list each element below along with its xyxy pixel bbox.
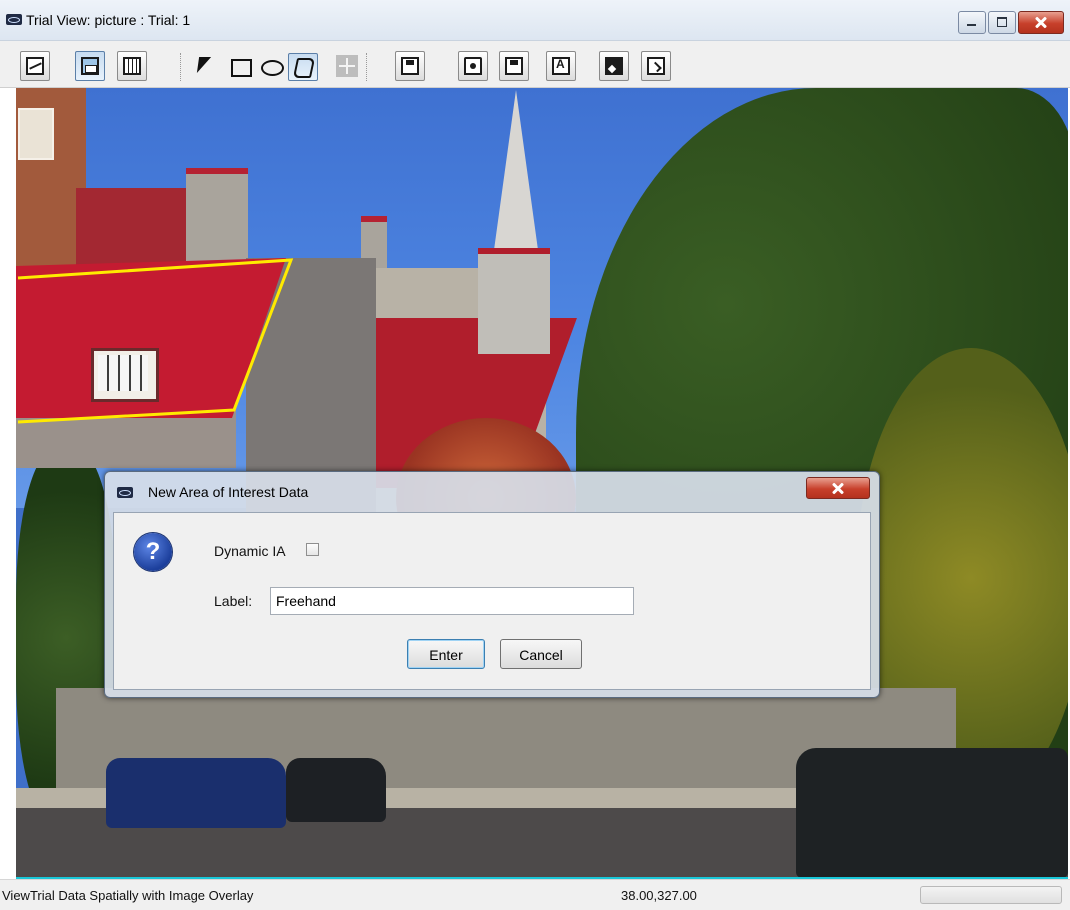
dialog-close-button[interactable] (806, 477, 870, 499)
maximize-button[interactable] (988, 11, 1016, 34)
save-icon (401, 57, 419, 75)
ellipse-icon[interactable] (258, 53, 284, 79)
view-animation-button[interactable] (117, 51, 147, 81)
help-question-icon: ? (134, 533, 172, 571)
status-bar: ViewTrial Data Spatially with Image Over… (0, 879, 1070, 910)
export-button[interactable] (641, 51, 671, 81)
save-ia-button[interactable] (499, 51, 529, 81)
text-icon (552, 57, 570, 75)
label-input[interactable] (270, 587, 634, 615)
toolbar (0, 41, 1070, 88)
eye-icon (6, 14, 22, 25)
label-field-label: Label: (214, 593, 253, 609)
load-ia-icon (464, 57, 482, 75)
rectangle-icon[interactable] (227, 53, 253, 79)
text-ia-button[interactable] (546, 51, 576, 81)
image-button[interactable] (599, 51, 629, 81)
new-ia-dialog: New Area of Interest Data ? Dynamic IA L… (104, 471, 880, 698)
close-window-button[interactable] (1018, 11, 1064, 34)
freehand-ia-outline[interactable] (17, 258, 294, 424)
line-chart-icon (26, 57, 44, 75)
view-spatial-overlay-button[interactable] (75, 51, 105, 81)
freehand-icon[interactable] (288, 53, 318, 81)
toolbar-separator (180, 53, 183, 81)
status-text: ViewTrial Data Spatially with Image Over… (2, 888, 254, 903)
eye-icon (117, 487, 133, 498)
view-temporal-graph-button[interactable] (20, 51, 50, 81)
export-icon (647, 57, 665, 75)
dialog-body: ? Dynamic IA Label: Enter Cancel (113, 512, 871, 690)
minimize-button[interactable] (958, 11, 986, 34)
title-bar: Trial View: picture : Trial: 1 (0, 0, 1070, 41)
save-trial-button[interactable] (395, 51, 425, 81)
load-ia-button[interactable] (458, 51, 488, 81)
image-overlay-icon (81, 57, 99, 75)
dialog-title: New Area of Interest Data (148, 484, 309, 500)
dynamic-ia-checkbox[interactable] (306, 543, 319, 556)
cancel-button[interactable]: Cancel (500, 639, 582, 669)
image-icon (605, 57, 623, 75)
filmstrip-icon (123, 57, 141, 75)
progress-bar (920, 886, 1062, 904)
window-title: Trial View: picture : Trial: 1 (26, 12, 191, 28)
dynamic-ia-label: Dynamic IA (214, 543, 286, 559)
toolbar-separator (366, 53, 369, 81)
pointer-icon[interactable] (192, 53, 218, 79)
cursor-coordinates: 38.00,327.00 (621, 888, 697, 903)
enter-button[interactable]: Enter (407, 639, 485, 669)
crosshair-icon[interactable] (336, 55, 358, 77)
save-ia-icon (505, 57, 523, 75)
